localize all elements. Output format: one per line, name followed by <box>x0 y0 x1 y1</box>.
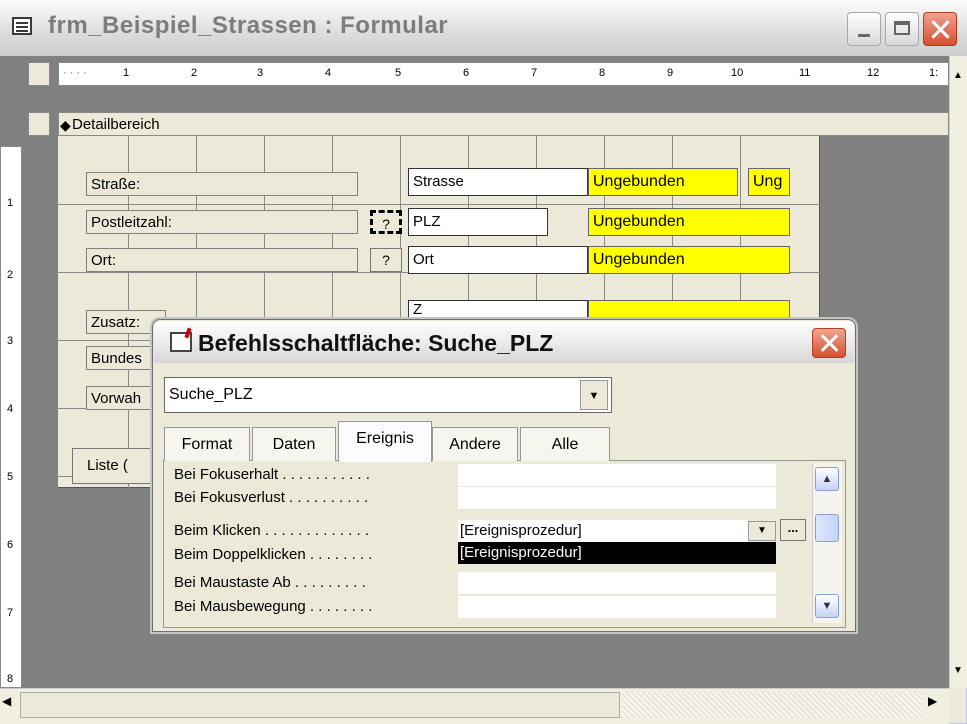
dialog-close-button[interactable] <box>812 328 846 358</box>
textbox-strasse[interactable]: Strasse <box>408 168 588 196</box>
tab-alle[interactable]: Alle <box>520 427 610 461</box>
prop-value-klicken[interactable]: [Ereignisprozedur] <box>458 520 748 542</box>
scroll-track <box>622 692 922 718</box>
prop-label-klicken[interactable]: Beim Klicken . . . . . . . . . . . . . <box>174 520 369 542</box>
search-ort-button[interactable]: ? <box>370 248 402 272</box>
close-button[interactable] <box>923 12 957 46</box>
section-label: Detailbereich <box>72 116 160 133</box>
prop-value-maustaste-ab[interactable] <box>458 572 776 594</box>
ruler-number: 4 <box>7 403 14 415</box>
scroll-down-icon[interactable]: ▼ <box>815 594 839 618</box>
ruler-number: 2 <box>191 67 198 79</box>
prop-label-doppelklicken[interactable]: Beim Doppelklicken . . . . . . . . <box>174 544 372 566</box>
horizontal-ruler[interactable]: · · · · 1 2 3 4 5 6 7 8 9 10 11 12 1: <box>58 62 949 86</box>
prop-label-mausbewegung[interactable]: Bei Mausbewegung . . . . . . . . <box>174 596 372 618</box>
prop-label-maustaste-ab[interactable]: Bei Maustaste Ab . . . . . . . . . <box>174 572 366 594</box>
ruler-corner[interactable] <box>28 62 50 86</box>
form-icon <box>12 17 32 35</box>
ruler-number: 1: <box>929 67 939 79</box>
dialog-title: Befehlsschaltfläche: Suche_PLZ <box>198 330 554 356</box>
ruler-ticks: · · · · <box>63 67 87 79</box>
search-plz-button[interactable]: ? <box>370 210 402 234</box>
unbound-field-4[interactable] <box>588 300 790 320</box>
section-arrow-icon: ◆ <box>60 117 71 133</box>
horizontal-scroll-thumb[interactable] <box>20 692 620 718</box>
builder-button[interactable]: ... <box>780 519 806 541</box>
scroll-down-icon[interactable]: ▼ <box>949 660 967 682</box>
maximize-button[interactable] <box>885 12 919 46</box>
vertical-ruler[interactable]: 1 2 3 4 5 6 7 8 <box>0 146 22 688</box>
object-select-combo[interactable]: Suche_PLZ <box>164 377 612 413</box>
scroll-left-icon[interactable]: ◀ <box>2 694 11 708</box>
ruler-number: 2 <box>7 269 14 281</box>
ruler-number: 7 <box>531 67 538 79</box>
tab-daten[interactable]: Daten <box>252 427 336 461</box>
textbox-ort[interactable]: Ort <box>408 246 588 274</box>
unbound-field-1[interactable]: Ungebunden <box>588 168 738 196</box>
section-bar-detail[interactable] <box>58 112 949 136</box>
prop-value-mausbewegung[interactable] <box>458 596 776 618</box>
textbox-zusatz[interactable]: Z <box>408 300 588 320</box>
window-title: frm_Beispiel_Strassen : Formular <box>48 12 449 39</box>
grid-line <box>58 204 820 205</box>
chevron-down-icon[interactable]: ▼ <box>748 521 776 541</box>
unbound-field-2[interactable]: Ungebunden <box>588 208 790 236</box>
tab-format[interactable]: Format <box>164 427 250 461</box>
ruler-number: 3 <box>257 67 264 79</box>
property-scroll-thumb[interactable] <box>815 514 839 542</box>
list-button[interactable]: Liste ( <box>72 448 156 484</box>
ruler-number: 7 <box>7 607 14 619</box>
chevron-down-icon[interactable]: ▼ <box>580 380 608 410</box>
ruler-number: 1 <box>7 197 14 209</box>
ruler-number: 4 <box>325 67 332 79</box>
prop-label-fokuserhalt[interactable]: Bei Fokuserhalt . . . . . . . . . . . <box>174 464 370 486</box>
tab-andere[interactable]: Andere <box>432 427 518 461</box>
scroll-up-icon[interactable]: ▲ <box>815 467 839 491</box>
textbox-plz[interactable]: PLZ <box>408 208 548 236</box>
ruler-number: 6 <box>463 67 470 79</box>
minimize-button[interactable] <box>847 12 881 46</box>
ruler-number: 5 <box>395 67 402 79</box>
scroll-right-icon[interactable]: ▶ <box>928 694 937 708</box>
ruler-number: 6 <box>7 539 14 551</box>
ruler-number: 3 <box>7 335 14 347</box>
ruler-number: 12 <box>867 67 880 79</box>
ruler-number: 9 <box>667 67 674 79</box>
label-ort[interactable]: Ort: <box>86 248 358 272</box>
ruler-number: 8 <box>599 67 606 79</box>
ruler-number: 5 <box>7 471 14 483</box>
vertical-scrollbar[interactable] <box>949 56 967 688</box>
unbound-field-1b[interactable]: Ung <box>748 168 790 196</box>
prop-label-fokusverlust[interactable]: Bei Fokusverlust . . . . . . . . . . <box>174 487 368 509</box>
prop-value-doppelklicken[interactable]: [Ereignisprozedur] <box>458 542 776 564</box>
scroll-up-icon[interactable]: ▲ <box>949 66 967 86</box>
ruler-number: 8 <box>7 673 14 685</box>
label-strasse[interactable]: Straße: <box>86 172 358 196</box>
property-sheet-icon <box>170 332 192 352</box>
unbound-field-3[interactable]: Ungebunden <box>588 246 790 274</box>
label-plz[interactable]: Postleitzahl: <box>86 210 358 234</box>
section-selector[interactable] <box>28 112 50 136</box>
ruler-number: 11 <box>799 67 811 79</box>
ruler-number: 1 <box>123 67 130 79</box>
tab-ereignis[interactable]: Ereignis <box>338 421 432 462</box>
prop-value-fokusverlust[interactable] <box>458 487 776 509</box>
ruler-number: 10 <box>731 67 744 79</box>
prop-value-fokuserhalt[interactable] <box>458 464 776 486</box>
